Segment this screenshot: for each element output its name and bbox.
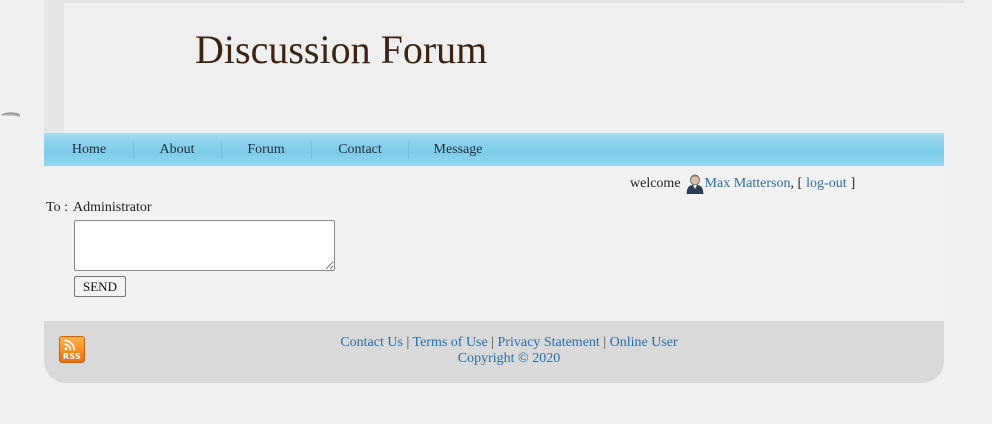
footer: RSS Contact Us | Terms of Use | Privacy …	[44, 321, 944, 383]
nav-separator	[133, 141, 134, 159]
message-input[interactable]	[74, 220, 335, 271]
nav-home[interactable]: Home	[54, 133, 124, 166]
nav-separator	[221, 141, 222, 159]
footer-online-user-link[interactable]: Online User	[610, 335, 678, 350]
welcome-bar: welcome Max Matterson , [ log-out ]	[630, 174, 855, 194]
site-title: Discussion Forum	[195, 27, 488, 72]
to-label: To :	[46, 200, 68, 215]
footer-privacy-link[interactable]: Privacy Statement	[498, 335, 600, 350]
nav-separator	[408, 141, 409, 159]
bracket-open: , [	[790, 176, 803, 191]
footer-separator: |	[406, 335, 410, 350]
footer-separator: |	[491, 335, 495, 350]
arrow-left-icon	[1, 112, 20, 117]
bracket-close: ]	[850, 176, 856, 191]
footer-contact-link[interactable]: Contact Us	[340, 335, 403, 350]
header	[44, 0, 964, 133]
content-area: welcome Max Matterson , [ log-out ] To :…	[44, 166, 944, 321]
logout-link[interactable]: log-out	[806, 176, 846, 192]
nav-contact[interactable]: Contact	[320, 133, 400, 166]
nav-message[interactable]: Message	[418, 133, 498, 166]
to-recipient: Administrator	[73, 200, 152, 215]
page-frame: Discussion Forum Home About Forum Contac…	[44, 0, 964, 384]
header-topline	[64, 0, 964, 3]
nav-separator	[311, 141, 312, 159]
nav-bar: Home About Forum Contact Message	[44, 133, 944, 166]
copyright-text: Copyright © 2020	[457, 351, 561, 366]
user-name-link[interactable]: Max Matterson	[705, 176, 791, 192]
footer-links: Contact Us | Terms of Use | Privacy Stat…	[44, 335, 974, 351]
nav-forum[interactable]: Forum	[231, 133, 301, 166]
footer-separator: |	[603, 335, 607, 350]
send-button[interactable]: SEND	[74, 276, 126, 297]
user-icon	[686, 174, 703, 194]
nav-about[interactable]: About	[142, 133, 212, 166]
footer-terms-link[interactable]: Terms of Use	[413, 335, 488, 350]
welcome-text: welcome	[630, 176, 681, 191]
